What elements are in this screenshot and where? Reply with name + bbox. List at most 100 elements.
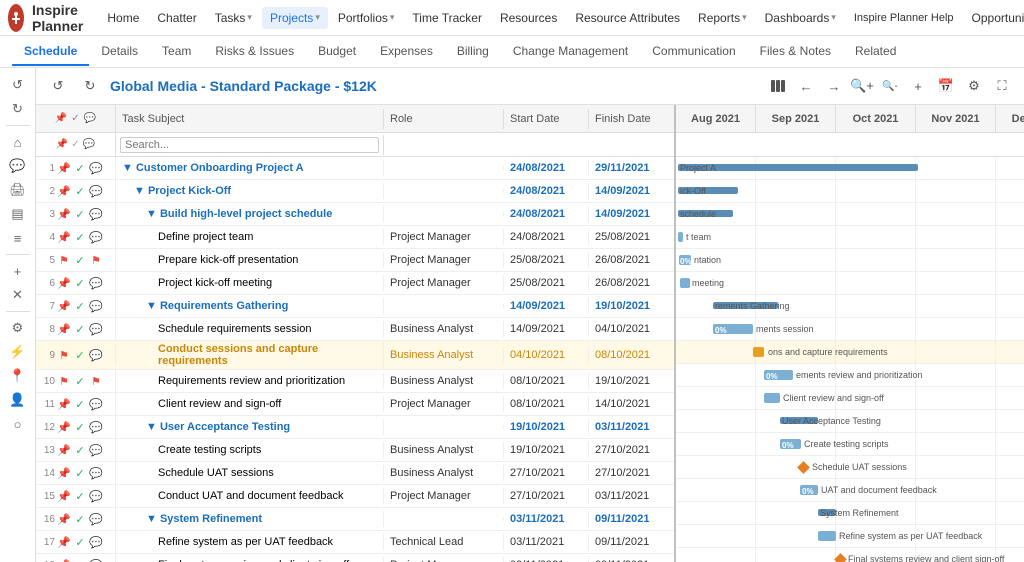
pin-icon[interactable]: 📌 xyxy=(57,421,71,434)
tab-billing[interactable]: Billing xyxy=(445,38,501,66)
task-search-area[interactable] xyxy=(116,135,384,155)
redo-button[interactable]: ↻ xyxy=(78,74,102,98)
sidebar-home-icon[interactable]: ⌂ xyxy=(4,131,32,153)
alert-icon[interactable]: ⚑ xyxy=(89,375,103,388)
tab-risks-issues[interactable]: Risks & Issues xyxy=(203,38,306,66)
pin-icon[interactable]: 📌 xyxy=(57,490,71,503)
chat-icon[interactable]: 💬 xyxy=(89,185,103,198)
check-icon[interactable]: ✓ xyxy=(73,444,87,457)
check-icon[interactable]: ✓ xyxy=(73,467,87,480)
task-table[interactable]: 📌 ✓ 💬 Task Subject Role Start Date Finis… xyxy=(36,105,676,562)
pin-icon[interactable]: 📌 xyxy=(57,185,71,198)
refresh-button[interactable]: ↺ xyxy=(46,74,70,98)
chat-icon[interactable]: 💬 xyxy=(89,513,103,526)
tab-communication[interactable]: Communication xyxy=(640,38,747,66)
alert-icon[interactable]: ⚑ xyxy=(89,254,103,267)
tab-change-management[interactable]: Change Management xyxy=(501,38,640,66)
warning-icon[interactable]: ⚑ xyxy=(57,254,71,267)
nav-help[interactable]: Inspire Planner Help xyxy=(846,8,962,28)
tab-details[interactable]: Details xyxy=(89,38,150,66)
chat-icon[interactable]: 💬 xyxy=(89,231,103,244)
tab-related[interactable]: Related xyxy=(843,38,908,66)
tab-expenses[interactable]: Expenses xyxy=(368,38,445,66)
nav-reports[interactable]: Reports ▾ xyxy=(690,7,755,29)
chat-icon[interactable]: 💬 xyxy=(89,162,103,175)
pin-icon[interactable]: 📌 xyxy=(57,231,71,244)
zoom-in-icon[interactable]: 🔍+ xyxy=(850,74,874,98)
check-icon[interactable]: ✓ xyxy=(73,375,87,388)
tab-files-notes[interactable]: Files & Notes xyxy=(748,38,843,66)
sidebar-print-icon[interactable]: 🖨 xyxy=(4,179,32,201)
chat-icon[interactable]: 💬 xyxy=(89,349,103,362)
nav-opportunities[interactable]: Opportunities ▾ xyxy=(964,7,1024,29)
check-icon[interactable]: ✓ xyxy=(73,208,87,221)
chat-icon[interactable]: 💬 xyxy=(89,277,103,290)
check-icon[interactable]: ✓ xyxy=(73,490,87,503)
check-icon[interactable]: ✓ xyxy=(73,559,87,562)
sidebar-list-icon[interactable]: ≡ xyxy=(4,227,32,249)
pin-icon[interactable]: 📌 xyxy=(57,208,71,221)
pin-icon[interactable]: 📌 xyxy=(57,536,71,549)
sidebar-settings2-icon[interactable]: ○ xyxy=(4,413,32,435)
tab-budget[interactable]: Budget xyxy=(306,38,368,66)
calendar-icon[interactable]: 📅 xyxy=(934,74,958,98)
chat-icon[interactable]: 💬 xyxy=(89,398,103,411)
pin-icon[interactable]: 📌 xyxy=(57,398,71,411)
check-icon[interactable]: ✓ xyxy=(73,398,87,411)
chat-icon[interactable]: 💬 xyxy=(89,421,103,434)
check-icon[interactable]: ✓ xyxy=(73,349,87,362)
settings-gantt-icon[interactable]: ⚙ xyxy=(962,74,986,98)
zoom-out-icon[interactable]: 🔍- xyxy=(878,74,902,98)
chat-icon[interactable]: 💬 xyxy=(89,208,103,221)
sidebar-location-icon[interactable]: 📍 xyxy=(4,365,32,387)
chat-icon[interactable]: 💬 xyxy=(89,444,103,457)
sidebar-x-icon[interactable]: ✕ xyxy=(4,284,32,306)
add-task-icon[interactable]: + xyxy=(906,74,930,98)
sidebar-chat-icon[interactable]: 💬 xyxy=(4,155,32,177)
sidebar-people-icon[interactable]: 👤 xyxy=(4,389,32,411)
check-icon[interactable]: ✓ xyxy=(73,323,87,336)
warning-icon[interactable]: ⚑ xyxy=(57,349,71,362)
nav-dashboards[interactable]: Dashboards ▾ xyxy=(757,7,844,29)
pin-icon[interactable]: 📌 xyxy=(57,300,71,313)
chat-icon[interactable]: 💬 xyxy=(89,467,103,480)
pin-icon[interactable]: 📌 xyxy=(57,444,71,457)
sidebar-lightning-icon[interactable]: ⚡ xyxy=(4,341,32,363)
sidebar-refresh-icon[interactable]: ↺ xyxy=(4,74,32,96)
nav-resource-attributes[interactable]: Resource Attributes xyxy=(567,7,688,29)
check-icon[interactable]: ✓ xyxy=(73,162,87,175)
sidebar-add-icon[interactable]: + xyxy=(4,260,32,282)
gantt-columns-icon[interactable] xyxy=(766,74,790,98)
nav-projects[interactable]: Projects ▾ xyxy=(262,7,328,29)
nav-resources[interactable]: Resources xyxy=(492,7,565,29)
gantt-chart[interactable]: Aug 2021 Sep 2021 Oct 2021 Nov 2021 Dec … xyxy=(676,105,1024,562)
sidebar-redo-icon[interactable]: ↻ xyxy=(4,98,32,120)
chat-icon[interactable]: 💬 xyxy=(89,536,103,549)
nav-time-tracker[interactable]: Time Tracker xyxy=(404,7,490,29)
pin-icon[interactable]: 📌 xyxy=(57,513,71,526)
check-icon[interactable]: ✓ xyxy=(73,254,87,267)
nav-portfolios[interactable]: Portfolios ▾ xyxy=(330,7,403,29)
chat-icon[interactable]: 💬 xyxy=(89,559,103,562)
nav-home[interactable]: Home xyxy=(99,7,147,29)
pin-icon[interactable]: 📌 xyxy=(57,559,71,562)
pin-icon[interactable]: 📌 xyxy=(57,323,71,336)
pin-icon[interactable]: 📌 xyxy=(57,277,71,290)
arrow-right-icon[interactable]: → xyxy=(822,74,846,98)
expand-icon[interactable]: ⛶ xyxy=(990,74,1014,98)
check-icon[interactable]: ✓ xyxy=(73,277,87,290)
sidebar-table-icon[interactable]: ▤ xyxy=(4,203,32,225)
task-search-input[interactable] xyxy=(120,137,379,153)
tab-team[interactable]: Team xyxy=(150,38,203,66)
check-icon[interactable]: ✓ xyxy=(73,300,87,313)
check-icon[interactable]: ✓ xyxy=(73,536,87,549)
arrow-left-icon[interactable]: ← xyxy=(794,74,818,98)
sidebar-gear-icon[interactable]: ⚙ xyxy=(4,317,32,339)
chat-icon[interactable]: 💬 xyxy=(89,490,103,503)
nav-tasks[interactable]: Tasks ▾ xyxy=(207,7,260,29)
check-icon[interactable]: ✓ xyxy=(73,513,87,526)
check-icon[interactable]: ✓ xyxy=(73,421,87,434)
nav-chatter[interactable]: Chatter xyxy=(149,7,204,29)
app-logo[interactable] xyxy=(8,4,24,32)
chat-icon[interactable]: 💬 xyxy=(89,300,103,313)
